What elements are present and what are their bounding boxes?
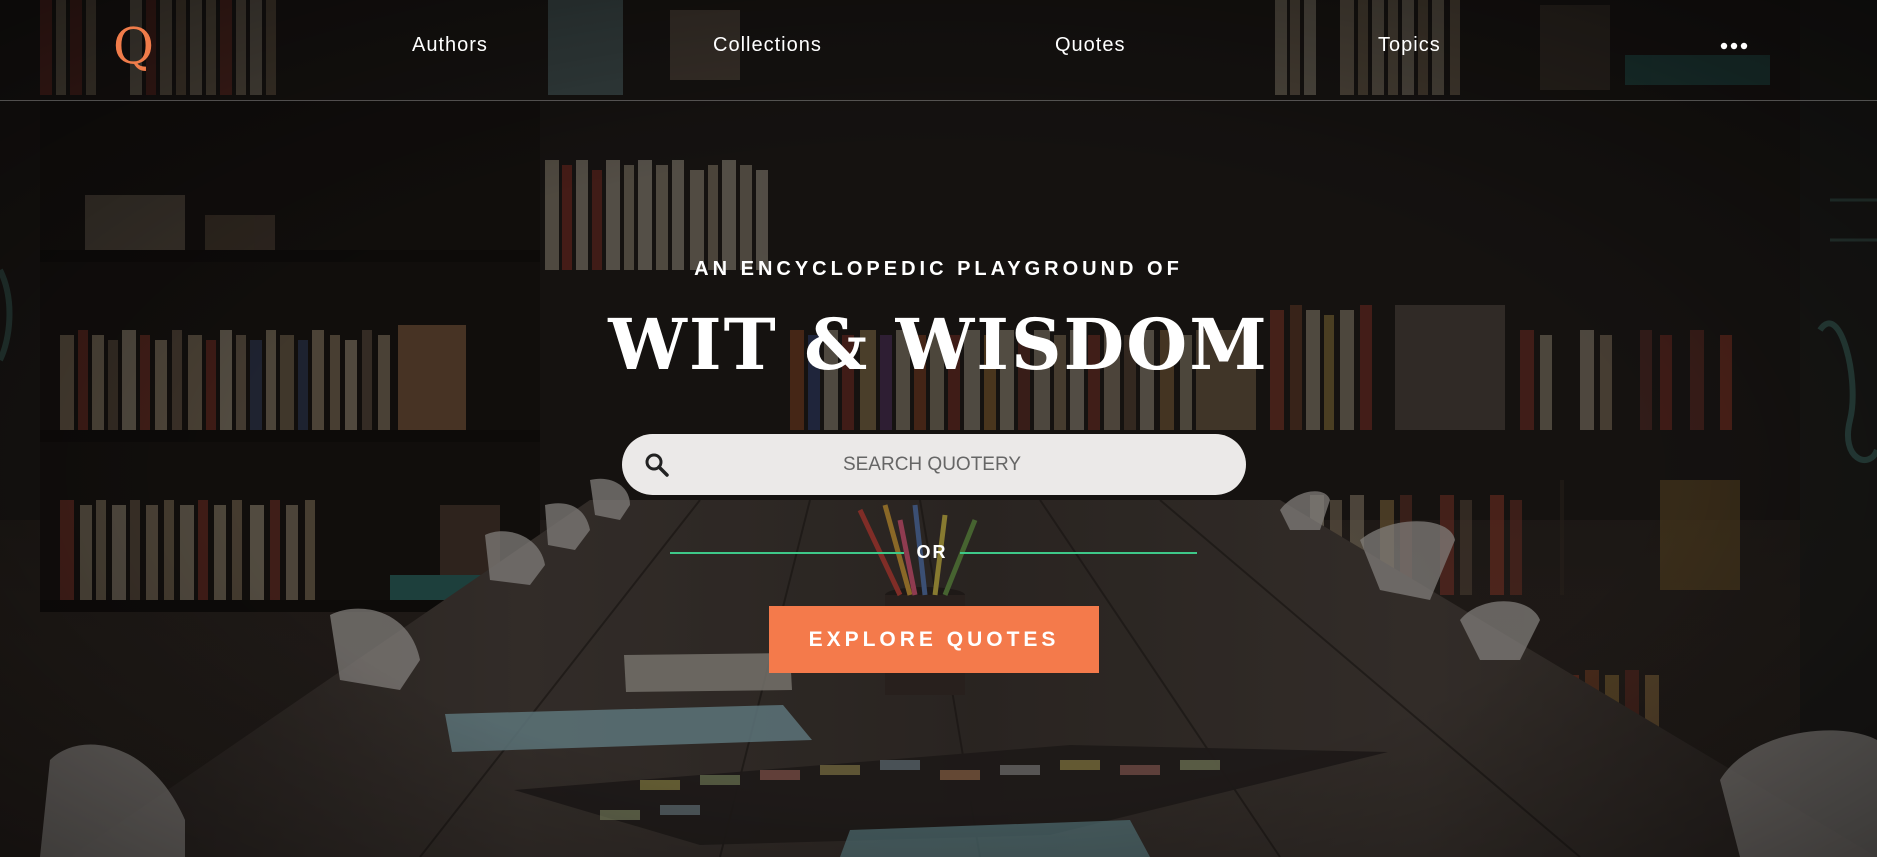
- top-navigation-bar: Q Authors Collections Quotes Topics: [0, 0, 1877, 101]
- more-horizontal-icon: [1720, 42, 1748, 50]
- nav-collections[interactable]: Collections: [713, 34, 822, 57]
- search-icon[interactable]: [644, 452, 670, 478]
- hero-subtitle: AN ENCYCLOPEDIC PLAYGROUND OF: [694, 258, 1183, 280]
- hero-title: WIT & WISDOM: [608, 303, 1269, 386]
- or-divider: OR: [670, 540, 1197, 566]
- divider-line-right: [960, 552, 1197, 554]
- divider-line-left: [670, 552, 904, 554]
- background-library-image: [0, 0, 1877, 857]
- nav-authors[interactable]: Authors: [412, 34, 488, 57]
- or-label: OR: [916, 542, 948, 562]
- nav-quotes[interactable]: Quotes: [1055, 34, 1125, 57]
- page: Q Authors Collections Quotes Topics AN E…: [0, 0, 1877, 857]
- explore-quotes-button[interactable]: EXPLORE QUOTES: [769, 606, 1099, 673]
- search-input[interactable]: [682, 434, 1182, 495]
- search-bar[interactable]: [622, 434, 1246, 495]
- nav-topics[interactable]: Topics: [1378, 34, 1441, 57]
- more-menu-button[interactable]: [1716, 28, 1752, 64]
- site-logo[interactable]: Q: [113, 16, 154, 76]
